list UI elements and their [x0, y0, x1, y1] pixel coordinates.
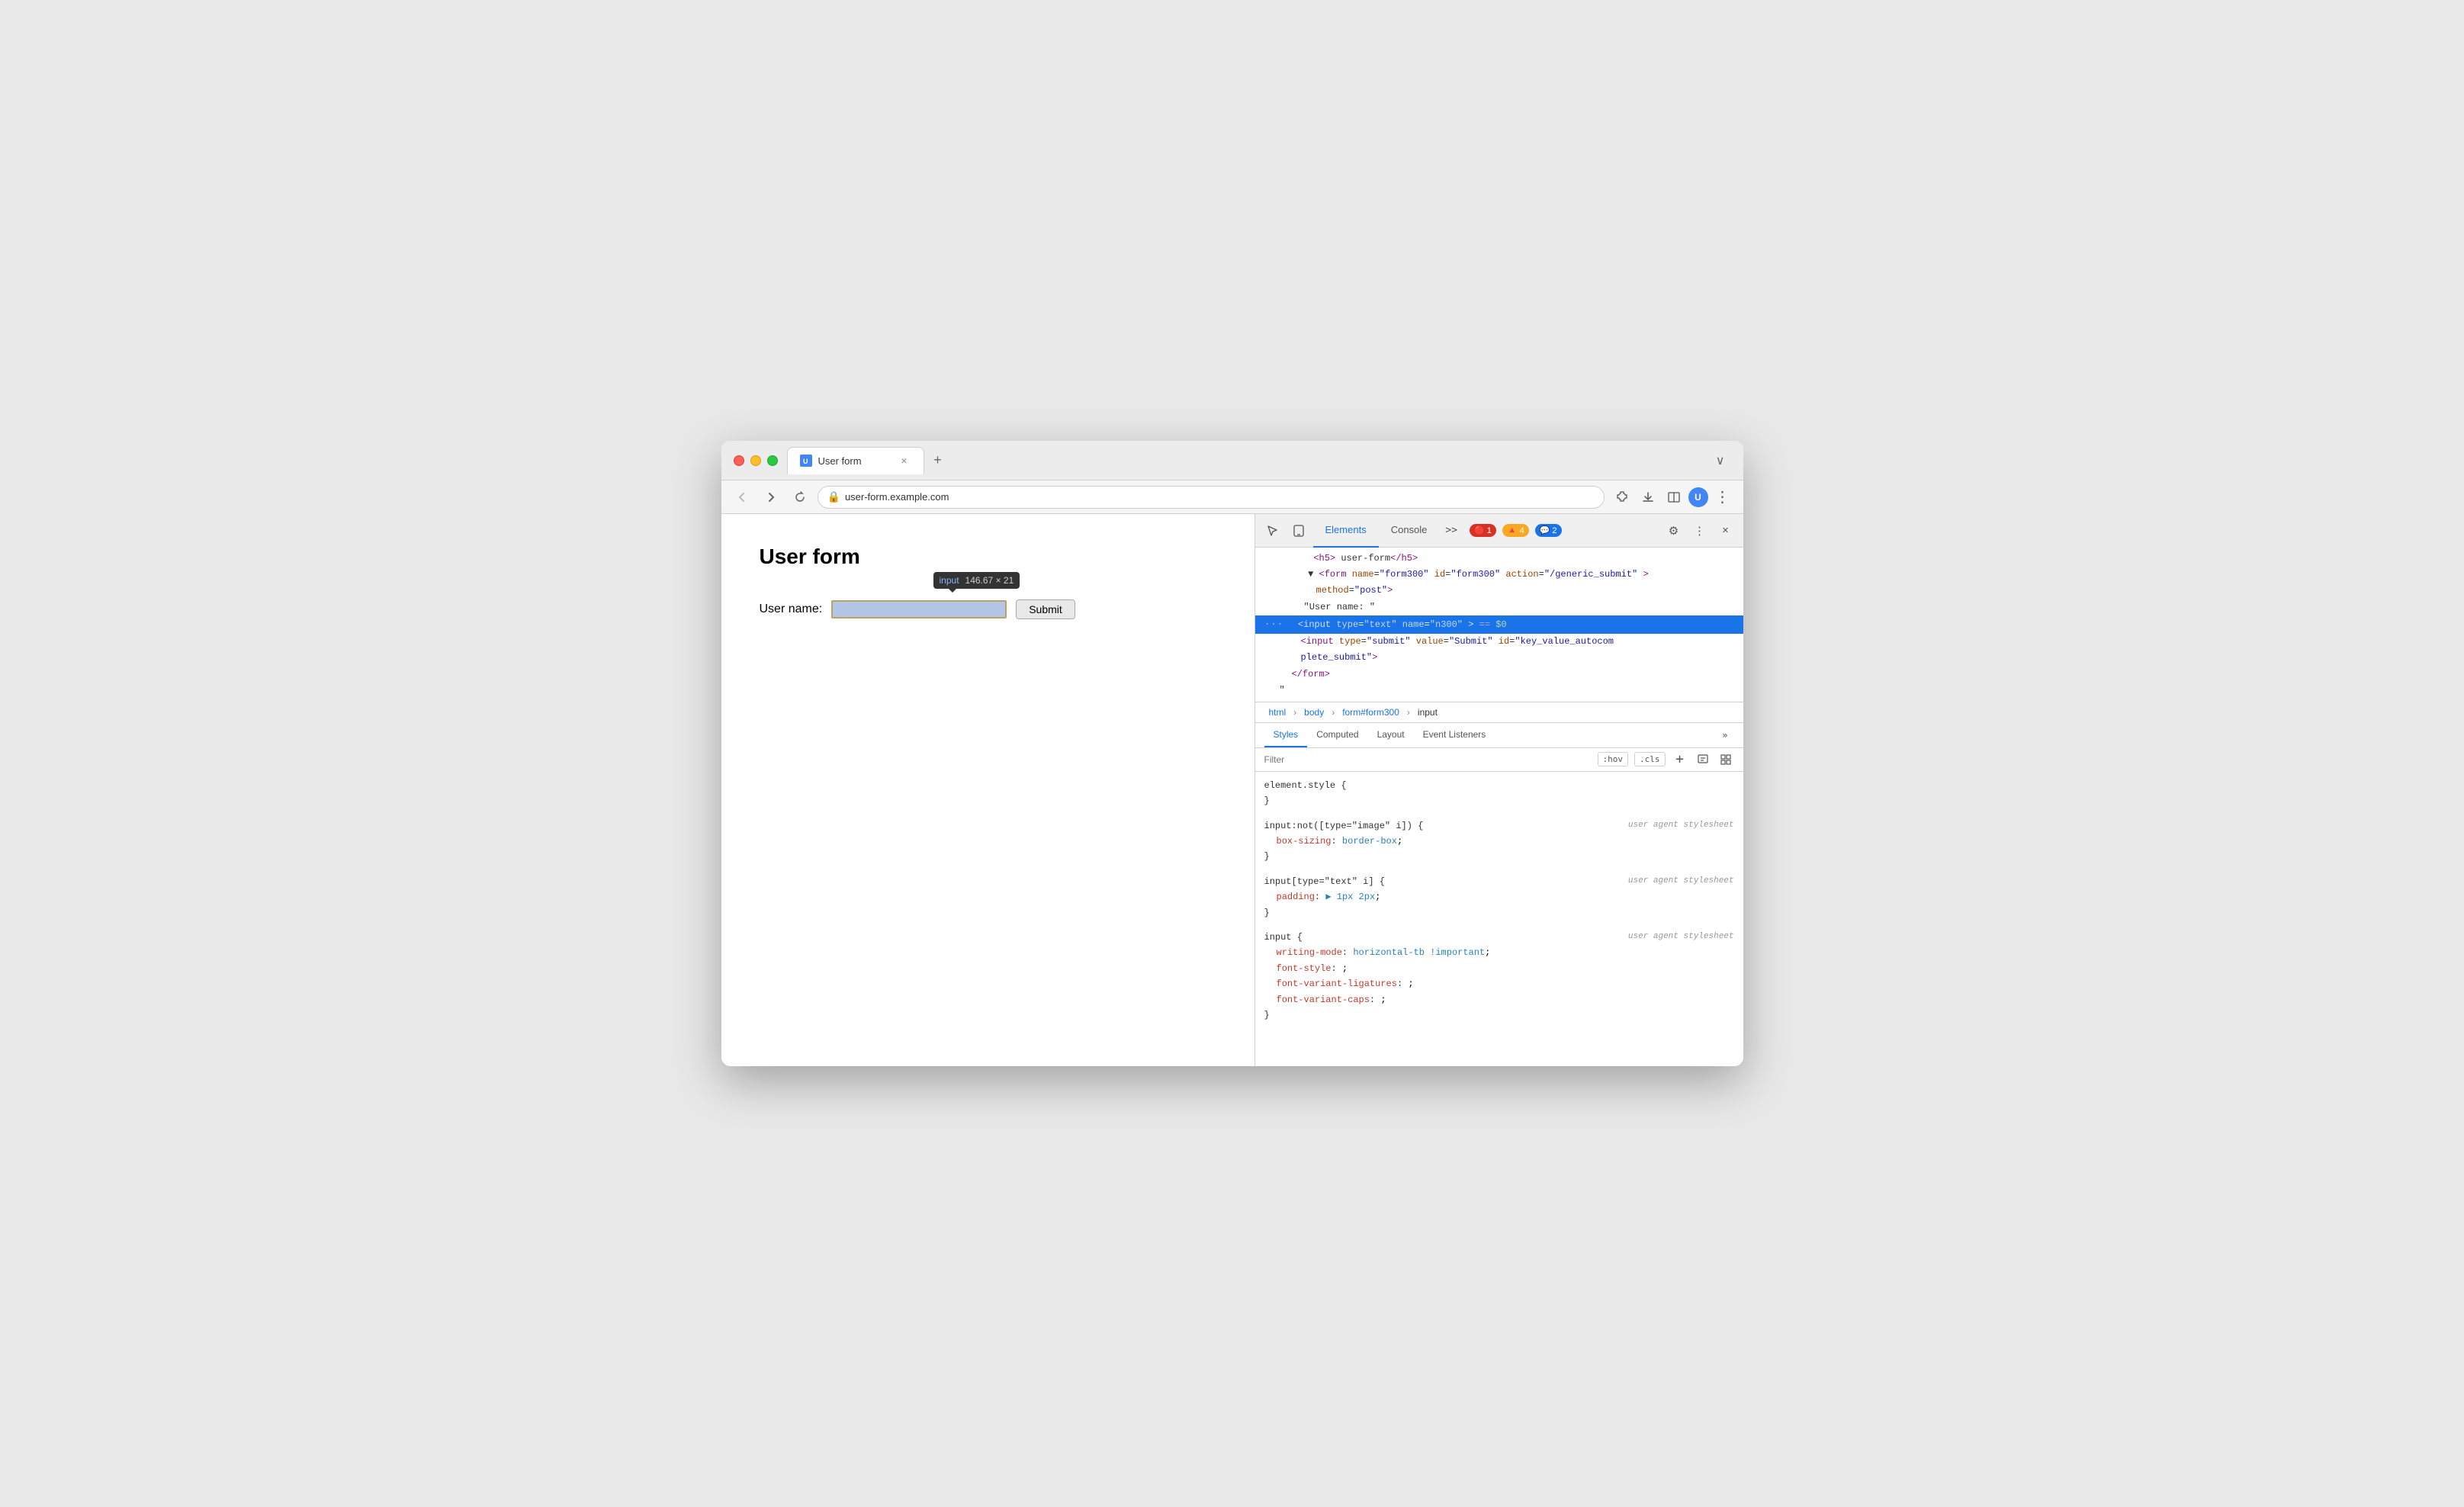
dom-line-input-submit2: plete_submit">	[1255, 650, 1743, 666]
filter-input[interactable]	[1264, 754, 1592, 765]
browser-window: U User form × + ∨ 🔒	[721, 441, 1743, 1066]
dom-line-method: method="post">	[1255, 583, 1743, 599]
svg-text:U: U	[803, 458, 808, 465]
hov-button[interactable]: :hov	[1598, 752, 1629, 766]
tooltip-size: 146.67 × 21	[965, 575, 1014, 586]
styles-content: element.style { } input:not([type="image…	[1255, 772, 1743, 1066]
styles-tab-event-listeners[interactable]: Event Listeners	[1414, 723, 1495, 747]
dom-line-input-submit[interactable]: <input type="submit" value="Submit" id="…	[1255, 634, 1743, 650]
devtools-tab-elements[interactable]: Elements	[1313, 514, 1379, 548]
menu-button[interactable]: ⋮	[1711, 486, 1734, 509]
breadcrumb-input[interactable]: input	[1413, 705, 1442, 719]
dom-line-h5[interactable]: <h5> user-form</h5>	[1255, 551, 1743, 567]
tab-favicon: U	[800, 455, 812, 467]
nav-bar: 🔒 user-form.example.com U ⋮	[721, 480, 1743, 514]
split-view-button[interactable]	[1662, 486, 1685, 509]
element-tooltip: input 146.67 × 21	[933, 572, 1020, 589]
filter-bar: :hov .cls +	[1255, 748, 1743, 772]
dom-line-text: "User name: "	[1255, 599, 1743, 615]
cls-button[interactable]: .cls	[1634, 752, 1666, 766]
username-input[interactable]	[831, 600, 1007, 619]
nav-actions: U ⋮	[1611, 486, 1734, 509]
user-avatar[interactable]: U	[1688, 487, 1708, 507]
dom-tree: <h5> user-form</h5> ▼ <form name="form30…	[1255, 548, 1743, 702]
styles-tabs: Styles Computed Layout Event Listeners »	[1255, 723, 1743, 748]
content-area: User form input 146.67 × 21 User name: S…	[721, 514, 1743, 1066]
form-row: input 146.67 × 21 User name: Submit	[760, 599, 1216, 619]
message-badge: 💬 2	[1535, 524, 1562, 537]
devtools-close-button[interactable]: ×	[1714, 519, 1737, 542]
error-badge: 🔴 1	[1470, 524, 1496, 537]
styles-tabs-more[interactable]: »	[1716, 724, 1733, 747]
devtools-tab-console[interactable]: Console	[1379, 514, 1440, 548]
url-text: user-form.example.com	[845, 491, 949, 503]
title-bar: U User form × + ∨	[721, 441, 1743, 480]
new-tab-button[interactable]: +	[927, 450, 949, 471]
tab-list-button[interactable]: ∨	[1710, 453, 1731, 468]
dom-line-form[interactable]: ▼ <form name="form300" id="form300" acti…	[1255, 567, 1743, 583]
address-bar[interactable]: 🔒 user-form.example.com	[818, 486, 1605, 509]
css-rule-input: input { user agent stylesheet writing-mo…	[1264, 930, 1734, 1023]
styles-tab-computed[interactable]: Computed	[1307, 723, 1367, 747]
username-label: User name:	[760, 602, 823, 616]
tab-title: User form	[818, 455, 862, 467]
tab-close-button[interactable]: ×	[898, 454, 911, 468]
page-title: User form	[760, 545, 1216, 569]
devtools-more-button[interactable]: ⋮	[1688, 519, 1711, 542]
css-rule-input-not: input:not([type="image" i]) { user agent…	[1264, 818, 1734, 865]
reload-button[interactable]	[789, 486, 811, 509]
devtools-tab-more[interactable]: >>	[1439, 514, 1463, 548]
extensions-button[interactable]	[1611, 486, 1634, 509]
tab-bar: U User form × + ∨	[787, 447, 1731, 474]
css-rule-input-text: input[type="text" i] { user agent styles…	[1264, 874, 1734, 921]
minimize-button[interactable]	[750, 455, 761, 466]
close-button[interactable]	[734, 455, 744, 466]
tooltip-tag: input	[940, 575, 959, 586]
inspect-element-button[interactable]	[1261, 519, 1284, 542]
devtools-header: Elements Console >> 🔴 1 🔺 4	[1255, 514, 1743, 548]
styles-tab-layout[interactable]: Layout	[1368, 723, 1414, 747]
dom-line-input-text[interactable]: ··· <input type="text" name="n300" > == …	[1255, 615, 1743, 634]
page-content: User form input 146.67 × 21 User name: S…	[721, 514, 1255, 1066]
layout-overlay-button[interactable]	[1717, 751, 1734, 768]
dom-line-form-close: </form>	[1255, 667, 1743, 683]
breadcrumb-form[interactable]: form#form300	[1338, 705, 1404, 719]
devtools-actions: ⚙ ⋮ ×	[1662, 519, 1737, 542]
traffic-lights	[734, 455, 778, 466]
styles-tab-styles[interactable]: Styles	[1264, 723, 1308, 747]
dom-line-quote: "	[1255, 683, 1743, 699]
devtools-tabs: Elements Console >> 🔴 1 🔺 4	[1313, 514, 1659, 548]
maximize-button[interactable]	[767, 455, 778, 466]
devtools-settings-button[interactable]: ⚙	[1662, 519, 1685, 542]
active-tab[interactable]: U User form ×	[787, 447, 924, 474]
breadcrumb-bar: html › body › form#form300 › input	[1255, 702, 1743, 723]
back-button[interactable]	[731, 486, 753, 509]
device-mode-button[interactable]	[1287, 519, 1310, 542]
add-style-button[interactable]: +	[1672, 751, 1688, 768]
style-source-button[interactable]	[1695, 751, 1711, 768]
breadcrumb-body[interactable]: body	[1299, 705, 1328, 719]
warning-badge: 🔺 4	[1502, 524, 1529, 537]
breadcrumb-html[interactable]: html	[1264, 705, 1291, 719]
css-rule-element-style: element.style { }	[1264, 778, 1734, 809]
submit-button[interactable]: Submit	[1016, 599, 1075, 619]
download-button[interactable]	[1637, 486, 1659, 509]
devtools-panel: Elements Console >> 🔴 1 🔺 4	[1255, 514, 1743, 1066]
forward-button[interactable]	[760, 486, 782, 509]
security-icon: 🔒	[827, 490, 840, 503]
